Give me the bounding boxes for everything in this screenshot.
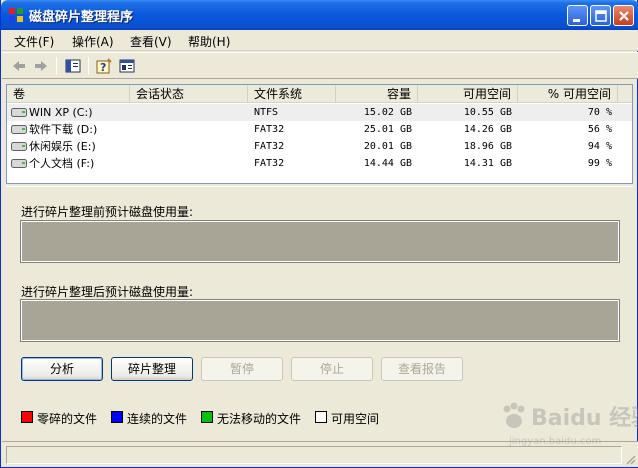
minimize-icon bbox=[573, 19, 580, 22]
volume-row[interactable]: 休闲娱乐 (E:) FAT32 20.01 GB 18.96 GB 94 % bbox=[7, 138, 632, 155]
menu-view[interactable]: 查看(V) bbox=[130, 33, 172, 50]
column-header-session-status[interactable]: 会话状态 bbox=[130, 85, 248, 103]
column-header-capacity[interactable]: 容量 bbox=[336, 85, 418, 103]
volume-file-system: FAT32 bbox=[254, 141, 285, 152]
volume-capacity: 25.01 GB bbox=[363, 124, 412, 135]
volume-percent-free: 56 % bbox=[587, 124, 612, 135]
legend-swatch-free-space bbox=[315, 411, 327, 423]
svg-text:?: ? bbox=[100, 61, 106, 74]
title-bar[interactable]: 磁盘碎片整理程序 bbox=[1, 0, 638, 30]
after-usage-display bbox=[20, 299, 620, 342]
back-arrow-icon[interactable] bbox=[10, 58, 28, 74]
volume-free-space: 18.96 GB bbox=[463, 141, 512, 152]
pause-button[interactable]: 暂停 bbox=[201, 357, 283, 381]
volume-row[interactable]: 软件下载 (D:) FAT32 25.01 GB 14.26 GB 56 % bbox=[7, 121, 632, 138]
volume-capacity: 20.01 GB bbox=[363, 141, 412, 152]
toolbar: ? bbox=[2, 52, 638, 79]
volume-file-system: FAT32 bbox=[254, 158, 285, 169]
volume-capacity: 15.02 GB bbox=[363, 107, 412, 118]
defragment-button[interactable]: 碎片整理 bbox=[111, 357, 193, 381]
hard-drive-icon bbox=[11, 108, 27, 117]
volume-percent-free: 70 % bbox=[587, 107, 612, 118]
minimize-button[interactable] bbox=[567, 5, 588, 26]
menu-action[interactable]: 操作(A) bbox=[72, 33, 114, 50]
volume-row[interactable]: WIN XP (C:) NTFS 15.02 GB 10.55 GB 70 % bbox=[7, 104, 632, 121]
volume-percent-free: 94 % bbox=[587, 141, 612, 152]
help-icon[interactable]: ? bbox=[95, 58, 113, 74]
view-report-button[interactable]: 查看报告 bbox=[381, 357, 463, 381]
column-header-file-system[interactable]: 文件系统 bbox=[248, 85, 336, 103]
menu-bar: 文件(F) 操作(A) 查看(V) 帮助(H) bbox=[2, 30, 638, 51]
hard-drive-icon bbox=[11, 142, 27, 151]
legend-label-unmovable: 无法移动的文件 bbox=[217, 412, 302, 426]
stop-button[interactable]: 停止 bbox=[291, 357, 373, 381]
watermark-text: Baidu 经验 bbox=[531, 406, 638, 431]
toolbar-separator bbox=[88, 57, 89, 75]
hard-drive-icon bbox=[11, 125, 27, 134]
close-icon bbox=[619, 11, 629, 21]
splitter[interactable] bbox=[6, 186, 633, 187]
volume-percent-free: 99 % bbox=[587, 158, 612, 169]
volume-capacity: 14.44 GB bbox=[363, 158, 412, 169]
maximize-icon bbox=[595, 10, 607, 22]
toolbar-separator bbox=[56, 57, 57, 75]
before-usage-display bbox=[20, 220, 620, 263]
baidu-watermark: Baidu 经验 jingyan.baidu.com bbox=[491, 396, 638, 456]
volume-file-system: NTFS bbox=[254, 107, 279, 118]
legend-swatch-unmovable bbox=[201, 411, 213, 423]
forward-arrow-icon[interactable] bbox=[32, 58, 50, 74]
legend-label-free-space: 可用空间 bbox=[331, 412, 380, 426]
paw-logo-icon bbox=[503, 402, 525, 428]
analyze-button[interactable]: 分析 bbox=[21, 357, 103, 381]
before-usage-label: 进行碎片整理前预计磁盘使用量: bbox=[21, 205, 194, 219]
properties-icon[interactable] bbox=[118, 58, 136, 74]
volume-free-space: 14.26 GB bbox=[463, 124, 512, 135]
volume-free-space: 10.55 GB bbox=[463, 107, 512, 118]
menu-file[interactable]: 文件(F) bbox=[14, 33, 54, 50]
defrag-app-icon bbox=[9, 8, 23, 22]
hard-drive-icon bbox=[11, 159, 27, 168]
close-button[interactable] bbox=[613, 5, 634, 26]
column-header-volume[interactable]: 卷 bbox=[7, 85, 130, 103]
volume-row[interactable]: 个人文档 (F:) FAT32 14.44 GB 14.31 GB 99 % bbox=[7, 155, 632, 172]
after-usage-label: 进行碎片整理后预计磁盘使用量: bbox=[21, 285, 194, 299]
watermark-url: jingyan.baidu.com bbox=[509, 436, 602, 447]
legend-swatch-contiguous bbox=[111, 411, 123, 423]
menu-help[interactable]: 帮助(H) bbox=[188, 33, 230, 50]
volume-name: 个人文档 (F:) bbox=[29, 157, 95, 170]
volume-list[interactable]: 卷 会话状态 文件系统 容量 可用空间 % 可用空间 WIN XP (C:) N… bbox=[6, 84, 633, 184]
show-hide-console-tree-icon[interactable] bbox=[64, 58, 82, 74]
volume-name: 休闲娱乐 (E:) bbox=[29, 140, 96, 153]
maximize-button[interactable] bbox=[590, 5, 611, 26]
defrag-window: 磁盘碎片整理程序 文件(F) 操作(A) 查看(V) 帮助(H) ? 卷 会话状… bbox=[0, 0, 638, 468]
volume-list-header: 卷 会话状态 文件系统 容量 可用空间 % 可用空间 bbox=[7, 85, 632, 103]
volume-file-system: FAT32 bbox=[254, 124, 285, 135]
legend-label-fragmented: 零碎的文件 bbox=[37, 412, 98, 426]
volume-name: 软件下载 (D:) bbox=[29, 123, 98, 136]
column-header-percent-free[interactable]: % 可用空间 bbox=[518, 85, 618, 103]
volume-free-space: 14.31 GB bbox=[463, 158, 512, 169]
column-header-free-space[interactable]: 可用空间 bbox=[418, 85, 518, 103]
window-title: 磁盘碎片整理程序 bbox=[29, 10, 134, 25]
legend-swatch-fragmented bbox=[21, 411, 33, 423]
legend-label-contiguous: 连续的文件 bbox=[127, 412, 188, 426]
volume-name: WIN XP (C:) bbox=[29, 106, 93, 119]
